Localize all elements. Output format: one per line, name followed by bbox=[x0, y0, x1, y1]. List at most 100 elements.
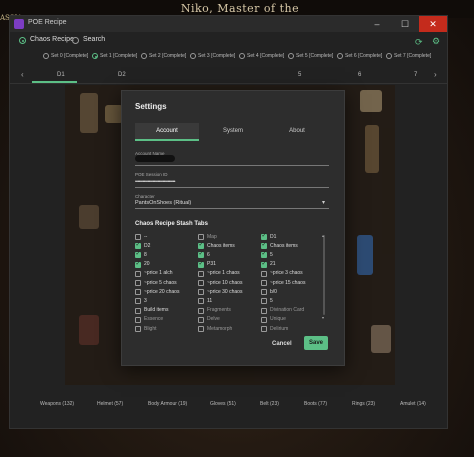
set-radio[interactable] bbox=[386, 53, 392, 59]
stash-item[interactable] bbox=[371, 325, 391, 353]
stash-tab-label[interactable]: Divination Card bbox=[270, 307, 304, 313]
stash-tab-label[interactable]: ~price 15 chaos bbox=[270, 280, 305, 286]
stash-tab-checkbox[interactable] bbox=[135, 326, 141, 332]
stash-tab[interactable]: D1 bbox=[57, 72, 65, 78]
save-button[interactable]: Save bbox=[304, 336, 328, 350]
character-select[interactable]: PantsOnShoes (Ritual) bbox=[135, 200, 191, 206]
set-label[interactable]: Set 4 [Complete] bbox=[247, 53, 284, 59]
stash-tab-label[interactable]: Fragments bbox=[207, 307, 231, 313]
stash-tab-checkbox[interactable] bbox=[135, 289, 141, 296]
search-radio[interactable] bbox=[72, 37, 79, 44]
stash-tab-label[interactable]: Delve bbox=[207, 316, 220, 322]
stash-tab-checkbox[interactable] bbox=[198, 270, 204, 277]
set-label[interactable]: Set 2 [Complete] bbox=[149, 53, 186, 59]
stash-tab-checkbox[interactable] bbox=[135, 260, 141, 268]
chevron-left-icon[interactable]: ‹ bbox=[21, 70, 24, 79]
stash-tab-checkbox[interactable] bbox=[198, 289, 204, 296]
chevron-right-icon[interactable]: › bbox=[434, 70, 437, 79]
scroll-up-icon[interactable]: ▴ bbox=[322, 233, 324, 238]
stash-tab-checkbox[interactable] bbox=[261, 232, 267, 240]
stash-tab-checkbox[interactable] bbox=[198, 250, 204, 259]
tab-system[interactable]: System bbox=[201, 123, 265, 140]
stash-tab[interactable]: 5 bbox=[298, 72, 301, 78]
stash-tab-label[interactable]: Essence bbox=[144, 316, 163, 322]
stash-tab-checkbox[interactable] bbox=[135, 280, 141, 286]
stash-item[interactable] bbox=[80, 93, 98, 133]
set-label[interactable]: Set 7 [Complete] bbox=[394, 53, 431, 59]
stash-tab-label[interactable]: 20 bbox=[144, 261, 150, 267]
stash-tab-checkbox[interactable] bbox=[135, 307, 141, 314]
stash-tab-checkbox[interactable] bbox=[261, 280, 267, 286]
stash-tab-label[interactable]: 6 bbox=[207, 252, 210, 258]
stash-tab-label[interactable]: ~price 10 chaos bbox=[207, 280, 242, 286]
set-label[interactable]: Set 0 [Complete] bbox=[51, 53, 88, 59]
stash-tab-checkbox[interactable] bbox=[135, 241, 141, 250]
chaos-recipe-label[interactable]: Chaos Recipe bbox=[30, 36, 74, 43]
set-label[interactable]: Set 3 [Complete] bbox=[198, 53, 235, 59]
set-radio[interactable] bbox=[288, 53, 294, 59]
search-label[interactable]: Search bbox=[83, 36, 105, 43]
set-label[interactable]: Set 1 [Complete] bbox=[100, 53, 137, 59]
set-radio[interactable] bbox=[92, 53, 98, 59]
stash-tab-label[interactable]: ~price 30 chaos bbox=[207, 289, 242, 295]
set-radio[interactable] bbox=[337, 53, 343, 59]
chevron-down-icon[interactable]: ▾ bbox=[322, 199, 325, 206]
stash-tab-label[interactable]: 8 bbox=[144, 252, 147, 258]
stash-tab-checkbox[interactable] bbox=[261, 326, 267, 332]
tab-account[interactable]: Account bbox=[135, 123, 199, 140]
session-id-field[interactable]: •••••••••••••••••••••••••••••••• bbox=[135, 179, 176, 185]
set-radio[interactable] bbox=[239, 53, 245, 59]
stash-tab-checkbox[interactable] bbox=[135, 234, 141, 240]
stash-tab-label[interactable]: Metamorph bbox=[207, 326, 232, 332]
stash-tab-label[interactable]: ~price 20 chaos bbox=[144, 289, 179, 295]
stash-tab-label[interactable]: 11 bbox=[207, 298, 212, 304]
stash-tab-checkbox[interactable] bbox=[261, 307, 267, 314]
stash-item[interactable] bbox=[357, 235, 373, 275]
gear-icon[interactable]: ⚙ bbox=[432, 36, 440, 47]
set-label[interactable]: Set 5 [Complete] bbox=[296, 53, 333, 59]
scrollbar[interactable] bbox=[323, 235, 325, 315]
stash-tab-checkbox[interactable] bbox=[198, 260, 204, 268]
stash-item[interactable] bbox=[79, 315, 99, 345]
stash-tab-label[interactable]: b/0 bbox=[270, 289, 277, 295]
stash-tab-label[interactable]: P31 bbox=[207, 261, 216, 267]
stash-tab-label[interactable]: 21 bbox=[270, 261, 276, 267]
stash-tab-label[interactable]: Delirium bbox=[270, 326, 288, 332]
stash-tab-checkbox[interactable] bbox=[135, 250, 141, 259]
stash-tab-label[interactable]: Build items bbox=[144, 307, 168, 313]
stash-tab-checkbox[interactable] bbox=[198, 298, 204, 305]
stash-tab-checkbox[interactable] bbox=[198, 241, 204, 250]
stash-tab-label[interactable]: -- bbox=[144, 234, 147, 240]
refresh-icon[interactable]: ⟳ bbox=[415, 37, 423, 48]
stash-item[interactable] bbox=[365, 125, 379, 173]
stash-tab-checkbox[interactable] bbox=[261, 298, 267, 305]
stash-tab-checkbox[interactable] bbox=[261, 316, 267, 323]
stash-item[interactable] bbox=[79, 205, 99, 229]
stash-tab-checkbox[interactable] bbox=[261, 270, 267, 277]
close-button[interactable]: ✕ bbox=[419, 16, 447, 32]
scroll-down-icon[interactable]: ▾ bbox=[322, 315, 324, 320]
stash-tab-checkbox[interactable] bbox=[198, 326, 204, 332]
stash-tab-checkbox[interactable] bbox=[198, 316, 204, 323]
set-label[interactable]: Set 6 [Complete] bbox=[345, 53, 382, 59]
stash-item[interactable] bbox=[360, 90, 382, 112]
stash-tab-label[interactable]: D2 bbox=[144, 243, 150, 249]
stash-tab-label[interactable]: D1 bbox=[270, 234, 276, 240]
maximize-button[interactable]: ☐ bbox=[391, 16, 419, 32]
stash-tab-label[interactable]: 5 bbox=[270, 252, 273, 258]
stash-tab-label[interactable]: ~price 3 chaos bbox=[270, 270, 303, 276]
stash-tab-label[interactable]: 5 bbox=[270, 298, 273, 304]
stash-tab-label[interactable]: Chaos items bbox=[207, 243, 235, 249]
stash-tab-checkbox[interactable] bbox=[261, 289, 267, 296]
stash-tab-checkbox[interactable] bbox=[261, 260, 267, 268]
stash-tab-checkbox[interactable] bbox=[198, 307, 204, 314]
stash-tab-label[interactable]: ~price 1 alch bbox=[144, 270, 173, 276]
stash-tab-label[interactable]: ~price 5 chaos bbox=[144, 280, 177, 286]
stash-tab-checkbox[interactable] bbox=[261, 241, 267, 250]
stash-tab-label[interactable]: ~price 1 chaos bbox=[207, 270, 240, 276]
stash-tab-label[interactable]: Blight bbox=[144, 326, 157, 332]
tab-about[interactable]: About bbox=[265, 123, 329, 140]
chaos-recipe-radio[interactable] bbox=[19, 37, 26, 44]
minimize-button[interactable]: – bbox=[363, 16, 391, 32]
stash-tab-label[interactable]: 3 bbox=[144, 298, 147, 304]
